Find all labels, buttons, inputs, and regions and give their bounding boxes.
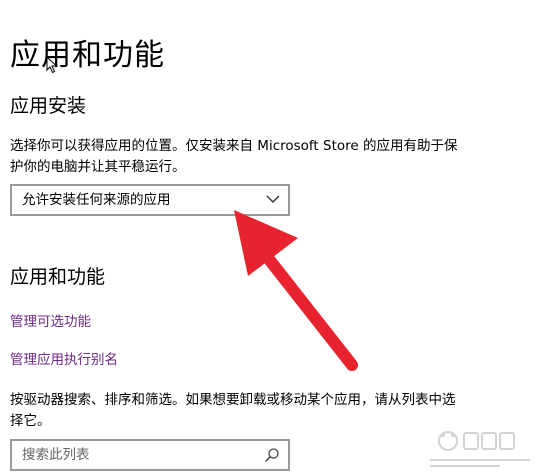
search-input[interactable] — [12, 441, 262, 469]
install-section-heading: 应用安装 — [10, 95, 87, 117]
apps-search-box[interactable] — [10, 439, 290, 471]
mouse-cursor-icon — [46, 56, 58, 74]
manage-optional-features-link[interactable]: 管理可选功能 — [10, 312, 91, 332]
install-description: 选择你可以获得应用的位置。仅安装来自 Microsoft Store 的应用有助… — [10, 138, 458, 175]
install-source-selected-value: 允许安装任何来源的应用 — [22, 192, 171, 208]
apps-search-description: 按驱动器搜索、排序和筛选。如果想要卸载或移动某个应用，请从列表中选择它。 — [10, 392, 456, 429]
search-icon[interactable] — [264, 447, 280, 463]
red-annotation-arrow — [234, 210, 358, 371]
apps-section-heading: 应用和功能 — [10, 266, 106, 288]
manage-app-aliases-link[interactable]: 管理应用执行别名 — [10, 350, 118, 370]
page-title: 应用和功能 — [10, 38, 165, 73]
watermark-logo — [430, 431, 530, 467]
